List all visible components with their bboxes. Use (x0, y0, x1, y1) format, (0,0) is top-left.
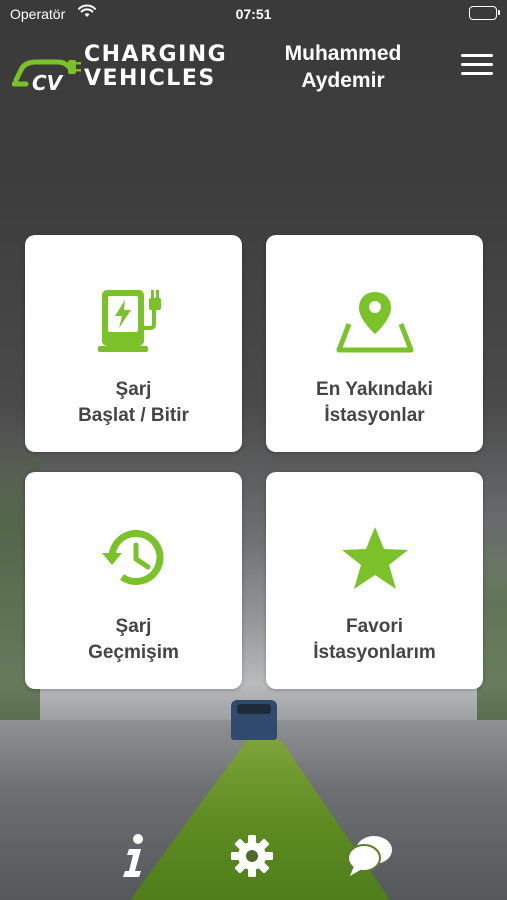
star-icon (339, 524, 411, 592)
tile-label: Şarj Geçmişim (88, 616, 179, 663)
chat-icon (347, 836, 392, 876)
logo-wordmark: CHARGING VEHICLES (84, 44, 227, 90)
app-header: CV CHARGING VEHICLES Muhammed Aydemir (0, 30, 507, 110)
gear-icon (231, 835, 273, 877)
bottom-toolbar (0, 820, 507, 890)
tile-nearest-stations[interactable]: En Yakındaki İstasyonlar (266, 235, 483, 452)
user-last-name: Aydemir (301, 69, 385, 92)
settings-button[interactable] (226, 830, 278, 882)
tile-favorite-stations[interactable]: Favori İstasyonlarım (266, 472, 483, 689)
tile-label: En Yakındaki İstasyonlar (316, 379, 433, 426)
info-button[interactable] (108, 830, 160, 882)
app-logo: CV CHARGING VEHICLES (12, 44, 228, 92)
chat-button[interactable] (344, 830, 396, 882)
status-time: 07:51 (235, 6, 272, 22)
user-first-name: Muhammed (284, 42, 402, 65)
tile-label: Favori İstasyonlarım (313, 616, 436, 663)
hamburger-menu-button[interactable] (461, 54, 493, 80)
info-icon (123, 834, 143, 877)
logo-line2: VEHICLES (84, 66, 216, 91)
tile-start-stop-charging[interactable]: Şarj Başlat / Bitir (25, 235, 242, 452)
battery-icon (469, 6, 500, 20)
logo-line1: CHARGING (84, 42, 228, 67)
background-car (231, 700, 277, 740)
charging-station-icon (97, 287, 170, 355)
tile-label: Şarj Başlat / Bitir (78, 379, 189, 426)
map-pin-icon (335, 287, 415, 355)
user-name: Muhammed Aydemir (262, 40, 424, 94)
tile-charging-history[interactable]: Şarj Geçmişim (25, 472, 242, 689)
logo-car-plug-icon: CV (12, 59, 81, 92)
history-icon (98, 524, 170, 592)
menu-icon (461, 54, 493, 57)
logo-mark: CV (32, 71, 64, 92)
status-bar: Operatör 07:51 (0, 0, 507, 28)
